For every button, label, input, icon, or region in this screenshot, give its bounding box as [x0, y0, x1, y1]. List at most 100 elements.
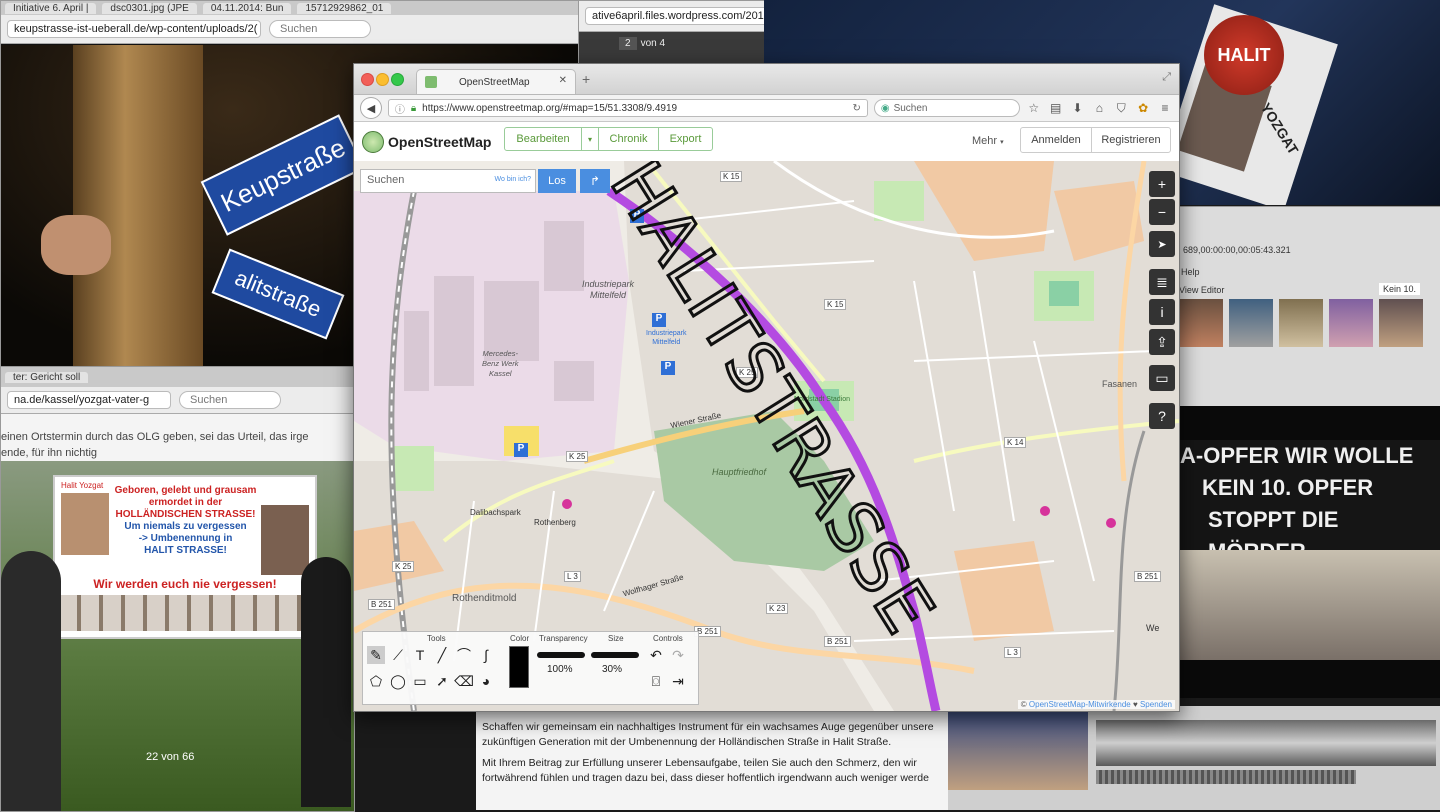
bg-tab[interactable]: 04.11.2014: Bun [202, 2, 292, 14]
edit-dropdown-icon[interactable]: ▾ [581, 127, 599, 151]
where-am-i-link[interactable]: Wo bin ich? [495, 176, 531, 183]
attribution-link[interactable]: OpenStreetMap-Mitwirkende [1029, 700, 1131, 709]
color-label: Color [510, 634, 530, 643]
undo-icon[interactable]: ↶ [647, 646, 665, 664]
directions-button[interactable]: ↱ [580, 169, 610, 193]
pocket-icon[interactable]: ⛉ [1113, 101, 1129, 116]
extension-icon[interactable]: ✿ [1135, 101, 1151, 115]
fill-tool-icon[interactable]: ◕ [477, 672, 495, 690]
note-button[interactable]: ▭ [1149, 365, 1175, 391]
maximize-button[interactable] [391, 73, 404, 86]
label-b251: B 251 [824, 636, 851, 647]
help-button[interactable]: ? [1149, 403, 1175, 429]
editor-zoom[interactable]: Kein 10. [1379, 283, 1421, 295]
thumb[interactable] [1229, 299, 1273, 347]
home-icon[interactable]: ⌂ [1091, 101, 1107, 115]
eraser-tool-icon[interactable]: ⌫ [454, 672, 474, 690]
zoom-out-button[interactable]: − [1149, 199, 1175, 225]
bg-tab[interactable]: Initiative 6. April | [5, 2, 97, 14]
select-tool-icon[interactable]: ➚ [433, 672, 451, 690]
layers-button[interactable]: ≣ [1149, 269, 1175, 295]
new-tab-button[interactable]: + [582, 71, 590, 87]
close-button[interactable] [361, 73, 374, 86]
bg-url-3[interactable]: na.de/kassel/yozgat-vater-g [7, 391, 171, 409]
text-tool-icon[interactable]: T [411, 646, 429, 664]
ellipse-tool-icon[interactable]: ◯ [389, 672, 407, 690]
label-k25: K 25 [566, 451, 589, 462]
locate-button[interactable]: ➤ [1149, 231, 1175, 257]
browser-search-placeholder: Suchen [893, 102, 928, 114]
osm-logo-text[interactable]: OpenStreetMap [388, 134, 491, 150]
donate-link[interactable]: Spenden [1140, 700, 1172, 709]
bg-tab[interactable]: dsc0301.jpg (JPE [102, 2, 197, 14]
back-button[interactable]: ◀ [360, 97, 382, 119]
size-value: 30% [602, 664, 623, 675]
label-line: Mittelfeld [590, 290, 627, 300]
label-l3: L 3 [1004, 647, 1021, 658]
minimize-button[interactable] [376, 73, 389, 86]
go-button[interactable]: Los [538, 169, 576, 193]
timeline-scroll[interactable] [1096, 770, 1356, 784]
address-bar[interactable]: ⓘ 🔒︎ https://www.openstreetmap.org/#map=… [387, 99, 868, 117]
edit-button[interactable]: Bearbeiten [504, 127, 582, 151]
size-slider[interactable] [591, 652, 639, 658]
osm-logo-icon[interactable] [362, 131, 384, 153]
photo-counter[interactable]: 22 von 66 [146, 751, 194, 763]
color-swatch[interactable] [509, 646, 529, 688]
download-icon[interactable]: ⬇ [1070, 101, 1086, 115]
bg-tab-2[interactable]: ter: Gericht soll [5, 371, 89, 383]
info-button[interactable]: i [1149, 299, 1175, 325]
redo-icon[interactable]: ↷ [669, 646, 687, 664]
browser-tab[interactable]: OpenStreetMap ✕ [416, 69, 576, 94]
pencil-icon[interactable]: ✎ [367, 646, 385, 664]
tab-close-icon[interactable]: ✕ [559, 75, 567, 86]
reload-icon[interactable]: ↻ [852, 103, 860, 114]
more-menu[interactable]: Mehr ▾ [972, 135, 1004, 147]
line-tool-icon[interactable]: ╱ [433, 646, 451, 664]
map-search-input[interactable]: Suchen Wo bin ich? [360, 169, 536, 193]
freehand-tool-icon[interactable]: ∫ [477, 646, 495, 664]
thumb[interactable] [1379, 299, 1423, 347]
thumb[interactable] [1279, 299, 1323, 347]
page-current[interactable]: 2 [619, 37, 637, 50]
text-line: Schaffen wir gemeinsam ein nachhaltiges … [482, 721, 934, 733]
editor-thumbnails [1179, 299, 1440, 347]
bg-search-3[interactable]: Suchen [179, 391, 281, 409]
bookmark-star-icon[interactable]: ☆ [1026, 101, 1042, 115]
bookmarks-list-icon[interactable]: ▤ [1048, 101, 1064, 115]
thumb[interactable] [1179, 299, 1223, 347]
banner-line1: A-OPFER WIR WOLLE [1180, 443, 1414, 468]
article-line: einen Ortstermin durch das OLG geben, se… [1, 431, 309, 443]
label-line: Industriepark [582, 279, 635, 289]
bg-url[interactable]: keupstrasse-ist-ueberall.de/wp-content/u… [7, 20, 261, 38]
bg-search[interactable]: Suchen [269, 20, 371, 38]
search-engine-icon: ◉ [880, 102, 890, 114]
parking-icon: P [630, 209, 644, 223]
editor-view-label[interactable]: View Editor [1179, 285, 1224, 295]
info-icon[interactable]: ⓘ [395, 101, 405, 116]
camera-icon[interactable]: ⌼ [647, 672, 665, 690]
timeline-track[interactable] [1096, 720, 1436, 766]
register-button[interactable]: Registrieren [1091, 127, 1171, 153]
browser-search-input[interactable]: ◉ Suchen [873, 99, 1020, 117]
share-button[interactable]: ⇪ [1149, 329, 1175, 355]
map-view[interactable]: P P P P Industriepark Mittelfeld Mercede… [354, 161, 1179, 711]
bg-url-2[interactable]: ative6april.files.wordpress.com/201 [585, 7, 765, 25]
sign-text: Geboren, gelebt und grausam ermordet in … [113, 485, 258, 557]
editor-menu[interactable]: Help [1181, 267, 1200, 277]
zoom-in-button[interactable]: + [1149, 171, 1175, 197]
eyedropper-icon[interactable]: ⟋ [389, 646, 407, 664]
fullscreen-icon[interactable]: ⤢ [1162, 71, 1171, 84]
polygon-tool-icon[interactable]: ⬠ [367, 672, 385, 690]
rectangle-tool-icon[interactable]: ▭ [411, 672, 429, 690]
menu-icon[interactable]: ≡ [1157, 101, 1173, 115]
history-button[interactable]: Chronik [598, 127, 659, 151]
export-icon[interactable]: ⇥ [669, 672, 687, 690]
bg-tab[interactable]: 15712929862_01 [297, 2, 392, 14]
thumb[interactable] [1329, 299, 1373, 347]
transparency-slider[interactable] [537, 652, 585, 658]
curve-tool-icon[interactable]: ⌒ [455, 646, 473, 664]
login-button[interactable]: Anmelden [1020, 127, 1092, 153]
export-button[interactable]: Export [658, 127, 713, 151]
label-hauptfriedhof: Hauptfriedhof [712, 467, 767, 477]
